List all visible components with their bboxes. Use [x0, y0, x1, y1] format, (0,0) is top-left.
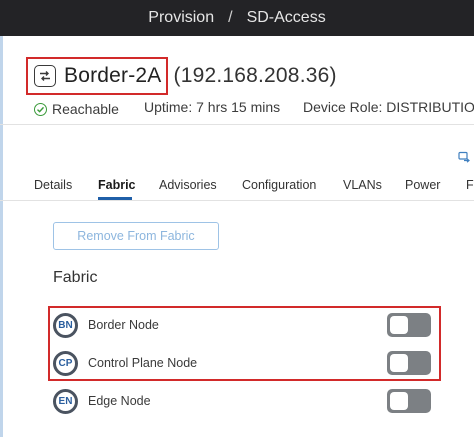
control-plane-node-toggle[interactable]: [387, 351, 431, 375]
border-node-badge: BN: [53, 313, 78, 338]
device-name: Border-2A: [64, 64, 162, 87]
tab-details[interactable]: Details: [34, 178, 72, 192]
tab-overflow[interactable]: F: [466, 178, 474, 192]
edge-node-badge: EN: [53, 389, 78, 414]
edge-node-label: Edge Node: [88, 394, 151, 408]
edge-node-toggle[interactable]: [387, 389, 431, 413]
tab-fabric[interactable]: Fabric: [98, 178, 136, 192]
breadcrumb-sd-access[interactable]: SD-Access: [247, 9, 326, 27]
tab-advisories[interactable]: Advisories: [159, 178, 217, 192]
export-icon[interactable]: [458, 150, 470, 163]
edge-node-row: EN Edge Node: [53, 389, 433, 417]
check-circle-icon: [34, 102, 47, 116]
device-tabs: Details Fabric Advisories Configuration …: [0, 172, 474, 202]
header-divider: [0, 124, 474, 125]
toggle-knob: [390, 354, 408, 372]
device-name-highlight: Border-2A: [26, 57, 168, 95]
breadcrumb-provision[interactable]: Provision: [148, 9, 214, 27]
device-title-row: Border-2A (192.168.208.36): [26, 57, 337, 95]
switch-icon: [34, 65, 56, 87]
control-plane-node-row: CP Control Plane Node: [53, 351, 433, 379]
top-navigation-bar: Provision / SD-Access: [0, 0, 474, 36]
reachability-label: Reachable: [52, 101, 119, 117]
control-plane-node-label: Control Plane Node: [88, 356, 198, 370]
tab-vlans[interactable]: VLANs: [343, 178, 382, 192]
uptime-label: Uptime: 7 hrs 15 mins: [144, 99, 281, 115]
remove-from-fabric-button[interactable]: Remove From Fabric: [53, 222, 219, 250]
border-node-row: BN Border Node: [53, 313, 433, 341]
border-node-toggle[interactable]: [387, 313, 431, 337]
tab-power[interactable]: Power: [405, 178, 440, 192]
border-node-label: Border Node: [88, 318, 159, 332]
tabs-divider: [0, 200, 474, 201]
left-accent-bar: [0, 36, 3, 437]
control-plane-node-badge: CP: [53, 351, 78, 376]
reachability-status: Reachable: [34, 99, 119, 119]
tab-configuration[interactable]: Configuration: [242, 178, 316, 192]
toggle-knob: [390, 392, 408, 410]
device-ip: (192.168.208.36): [173, 64, 337, 87]
breadcrumb-separator: /: [228, 9, 233, 26]
fabric-section-title: Fabric: [53, 269, 98, 286]
toggle-knob: [390, 316, 408, 334]
device-role-label: Device Role: DISTRIBUTION: [303, 99, 474, 115]
